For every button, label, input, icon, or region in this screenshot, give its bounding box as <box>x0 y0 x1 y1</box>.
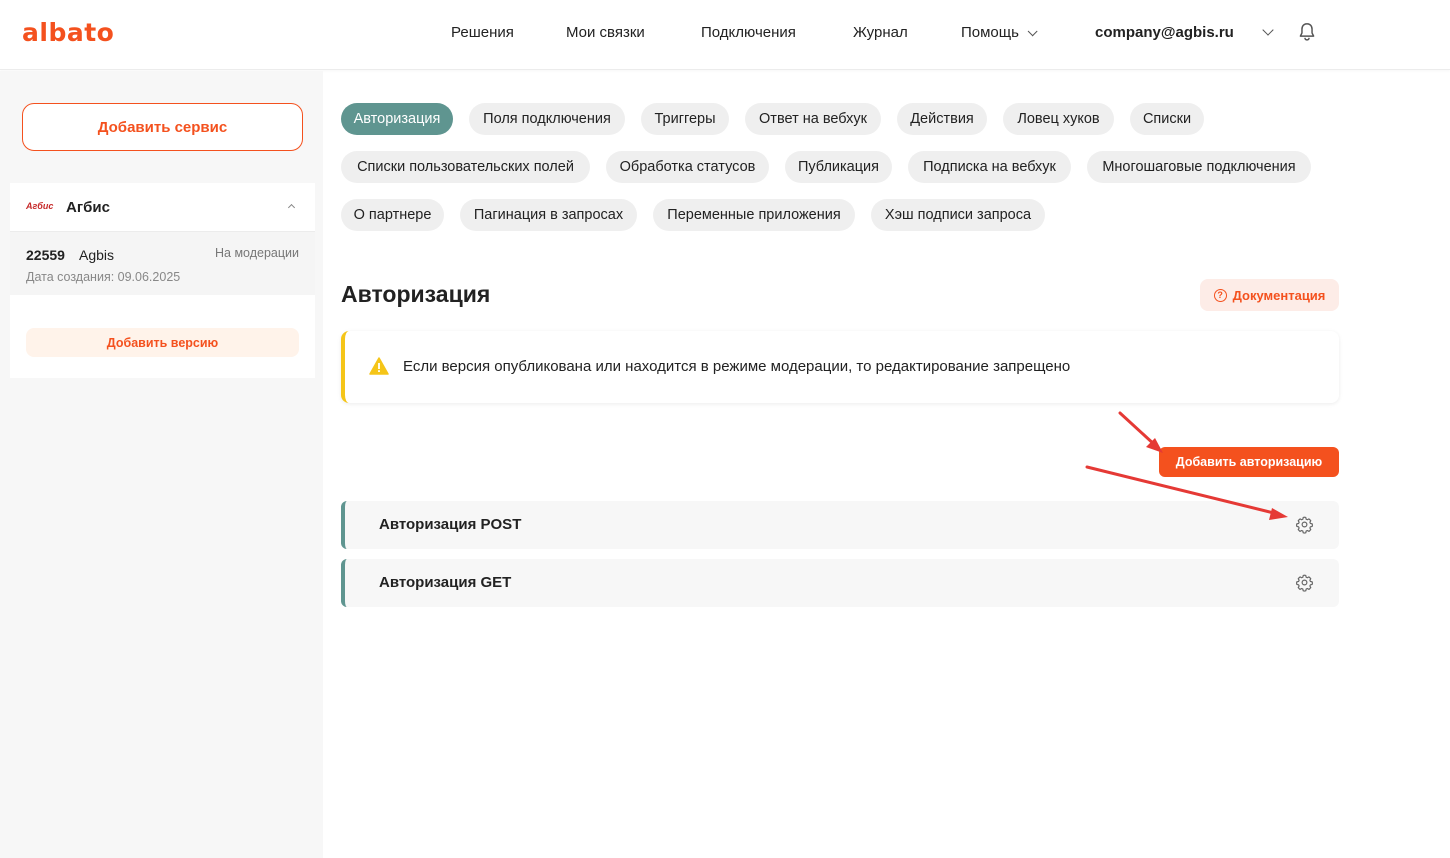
documentation-button[interactable]: ? Документация <box>1200 279 1339 311</box>
chevron-down-icon <box>1027 26 1038 37</box>
version-created-date: Дата создания: 09.06.2025 <box>26 270 181 284</box>
page-title: Авторизация <box>341 281 491 307</box>
service-logo: Агбис <box>26 201 54 211</box>
nav-solutions[interactable]: Решения <box>451 24 514 44</box>
help-circle-icon: ? <box>1213 288 1227 302</box>
sidebar: Добавить сервис Агбис Агбис 22559 Agbis … <box>0 71 323 858</box>
authorization-item-label: Авторизация GET <box>379 574 512 591</box>
documentation-label: Документация <box>1232 287 1326 303</box>
authorization-item-label: Авторизация POST <box>379 516 522 533</box>
user-email[interactable]: company@agbis.ru <box>1095 24 1234 41</box>
add-version-button[interactable]: Добавить версию <box>26 328 299 357</box>
version-status: На модерации <box>215 246 299 260</box>
add-authorization-button[interactable]: Добавить авторизацию <box>1159 447 1339 477</box>
alert-message: Если версия опубликована или находится в… <box>403 358 1071 375</box>
version-item[interactable]: 22559 Agbis На модерации Дата создания: … <box>10 231 315 295</box>
bell-icon[interactable] <box>1296 20 1318 44</box>
top-header: albato Решения Мои связки Подключения Жу… <box>0 0 1450 70</box>
nav-my-bundles[interactable]: Мои связки <box>566 24 645 44</box>
chevron-up-icon[interactable] <box>287 203 296 212</box>
tab-hook-catcher[interactable]: Ловец хуков <box>1003 103 1114 135</box>
gear-icon[interactable] <box>1295 573 1314 592</box>
tab-connection-fields[interactable]: Поля подключения <box>469 103 625 135</box>
add-service-button[interactable]: Добавить сервис <box>22 103 303 151</box>
nav-connections[interactable]: Подключения <box>701 24 796 44</box>
tab-actions[interactable]: Действия <box>897 103 987 135</box>
tab-app-variables[interactable]: Переменные приложения <box>653 199 855 231</box>
tab-multistep-connections[interactable]: Многошаговые подключения <box>1087 151 1311 183</box>
tab-lists[interactable]: Списки <box>1130 103 1204 135</box>
tab-publication[interactable]: Публикация <box>785 151 892 183</box>
chevron-down-icon[interactable] <box>1262 24 1274 36</box>
tab-about-partner[interactable]: О партнере <box>341 199 444 231</box>
version-id: 22559 <box>26 247 65 263</box>
tab-webhook-response[interactable]: Ответ на вебхук <box>745 103 881 135</box>
tab-request-pagination[interactable]: Пагинация в запросах <box>460 199 637 231</box>
gear-icon[interactable] <box>1295 515 1314 534</box>
nav-help-label: Помощь <box>961 24 1019 41</box>
service-card: Агбис Агбис 22559 Agbis На модерации Дат… <box>10 183 315 378</box>
tab-webhook-subscription[interactable]: Подписка на вебхук <box>908 151 1071 183</box>
tab-request-signature-hash[interactable]: Хэш подписи запроса <box>871 199 1045 231</box>
version-name: Agbis <box>79 247 115 263</box>
tab-custom-field-lists[interactable]: Списки пользовательских полей <box>341 151 590 183</box>
warning-icon <box>369 357 389 375</box>
warning-alert: Если версия опубликована или находится в… <box>341 331 1339 403</box>
authorization-item[interactable]: Авторизация GET <box>341 559 1339 607</box>
tab-authorization[interactable]: Авторизация <box>341 103 453 135</box>
service-name[interactable]: Агбис <box>66 199 110 216</box>
tab-triggers[interactable]: Триггеры <box>641 103 729 135</box>
nav-help[interactable]: Помощь <box>961 24 1038 44</box>
authorization-item[interactable]: Авторизация POST <box>341 501 1339 549</box>
tab-status-processing[interactable]: Обработка статусов <box>606 151 769 183</box>
albato-logo[interactable]: albato <box>22 18 114 47</box>
annotation-arrow <box>1118 411 1158 448</box>
nav-journal[interactable]: Журнал <box>853 24 908 44</box>
